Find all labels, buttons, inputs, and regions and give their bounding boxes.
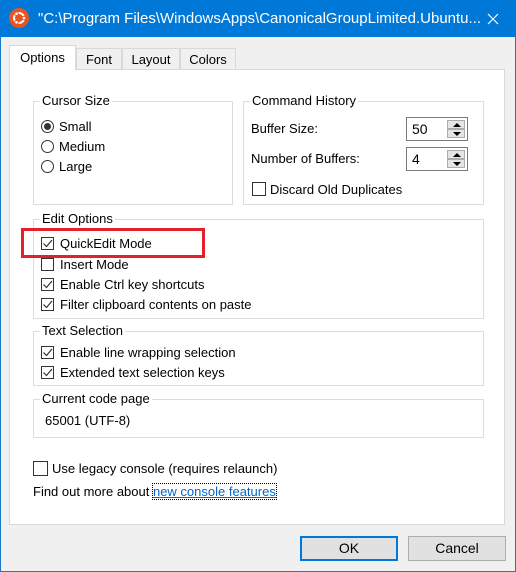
tab-options[interactable]: Options	[9, 45, 76, 70]
ok-button[interactable]: OK	[300, 536, 398, 561]
find-more-text: Find out more about new console features	[33, 483, 277, 500]
radio-large-label[interactable]: Large	[59, 159, 92, 175]
checkmark-icon	[43, 348, 53, 357]
radio-small-label[interactable]: Small	[59, 119, 92, 135]
code-page-legend: Current code page	[40, 391, 152, 407]
extended-keys-label[interactable]: Extended text selection keys	[60, 365, 225, 381]
discard-duplicates-checkbox[interactable]	[252, 182, 266, 196]
num-buffers-down-arrow-icon[interactable]	[447, 159, 465, 168]
checkmark-icon	[43, 300, 53, 309]
num-buffers-label: Number of Buffers:	[251, 151, 360, 166]
legacy-console-checkbox[interactable]	[33, 461, 48, 476]
new-console-features-link[interactable]: new console features	[151, 483, 277, 500]
window-title: "C:\Program Files\WindowsApps\CanonicalG…	[38, 10, 482, 27]
title-bar[interactable]: "C:\Program Files\WindowsApps\CanonicalG…	[0, 0, 516, 37]
buffer-size-spinner[interactable]: 50	[406, 117, 468, 141]
cursor-size-legend: Cursor Size	[40, 93, 112, 109]
tab-layout[interactable]: Layout	[122, 48, 180, 69]
edit-options-legend: Edit Options	[40, 211, 115, 227]
num-buffers-up-arrow-icon[interactable]	[447, 150, 465, 159]
extended-keys-checkbox[interactable]	[41, 366, 54, 379]
filter-clipboard-label[interactable]: Filter clipboard contents on paste	[60, 297, 252, 313]
insert-mode-label[interactable]: Insert Mode	[60, 257, 129, 273]
checkmark-icon	[43, 280, 53, 289]
checkmark-icon	[43, 368, 53, 377]
radio-small[interactable]	[41, 120, 54, 133]
tab-font[interactable]: Font	[76, 48, 122, 69]
radio-medium-label[interactable]: Medium	[59, 139, 105, 155]
discard-duplicates-label[interactable]: Discard Old Duplicates	[270, 182, 402, 198]
ctrl-shortcuts-checkbox[interactable]	[41, 278, 54, 291]
radio-medium[interactable]	[41, 140, 54, 153]
radio-large[interactable]	[41, 160, 54, 173]
ctrl-shortcuts-label[interactable]: Enable Ctrl key shortcuts	[60, 277, 205, 293]
command-history-legend: Command History	[250, 93, 359, 109]
line-wrapping-checkbox[interactable]	[41, 346, 54, 359]
find-more-prefix: Find out more about	[33, 484, 153, 499]
insert-mode-checkbox[interactable]	[41, 258, 54, 271]
close-icon	[487, 13, 499, 24]
filter-clipboard-checkbox[interactable]	[41, 298, 54, 311]
ubuntu-logo-icon	[9, 8, 29, 28]
buffer-size-label: Buffer Size:	[251, 121, 318, 136]
text-selection-legend: Text Selection	[40, 323, 125, 339]
buffer-size-down-arrow-icon[interactable]	[447, 129, 465, 138]
buffer-size-value[interactable]: 50	[412, 121, 428, 137]
num-buffers-value[interactable]: 4	[412, 151, 420, 167]
tab-colors[interactable]: Colors	[180, 48, 236, 69]
num-buffers-spinner[interactable]: 4	[406, 147, 468, 171]
buffer-size-up-arrow-icon[interactable]	[447, 120, 465, 129]
line-wrapping-label[interactable]: Enable line wrapping selection	[60, 345, 236, 361]
cancel-button[interactable]: Cancel	[408, 536, 506, 561]
close-button[interactable]	[470, 0, 516, 37]
code-page-value: 65001 (UTF-8)	[45, 413, 131, 428]
legacy-console-label[interactable]: Use legacy console (requires relaunch)	[52, 461, 277, 477]
quickedit-highlight-box	[21, 228, 205, 258]
